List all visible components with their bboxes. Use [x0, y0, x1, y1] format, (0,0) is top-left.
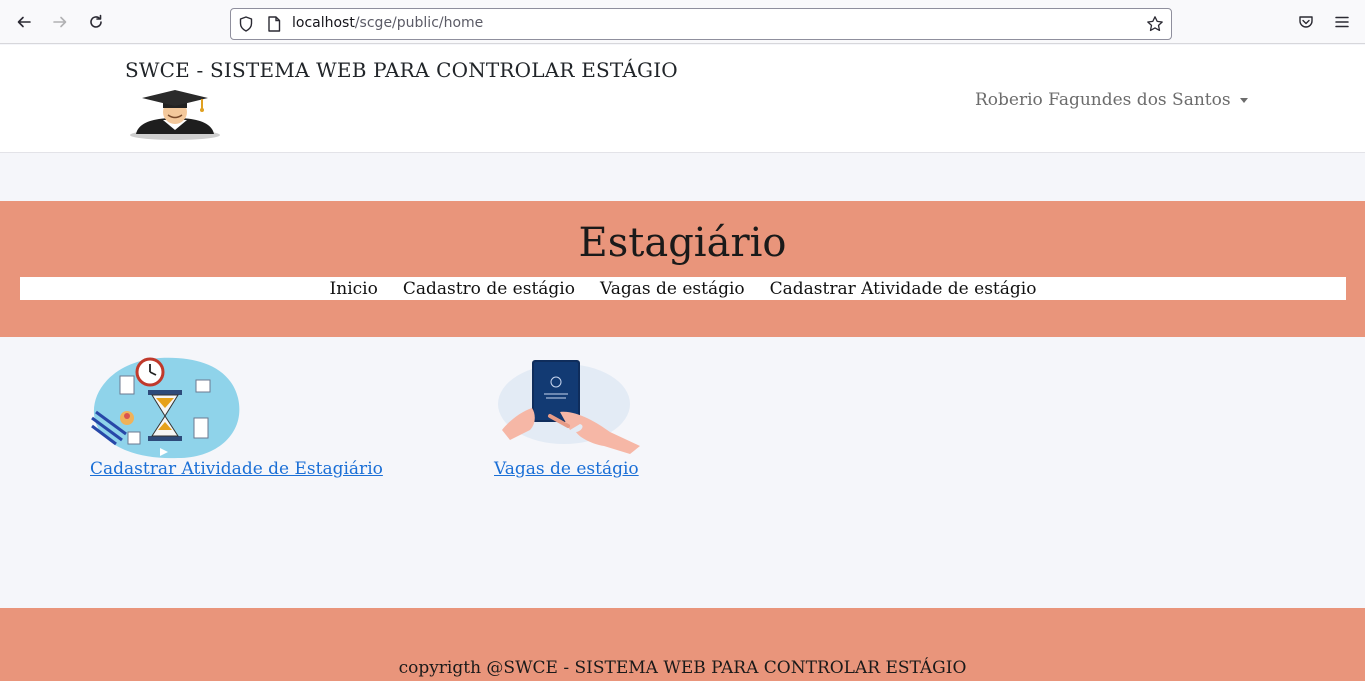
page-icon[interactable]: [265, 15, 283, 33]
link-cadastrar-atividade[interactable]: Cadastrar Atividade de Estagiário: [90, 459, 383, 479]
reload-button[interactable]: [84, 10, 108, 34]
back-button[interactable]: [12, 10, 36, 34]
main-menu: Inicio Cadastro de estágio Vagas de está…: [20, 277, 1346, 300]
forward-button[interactable]: [48, 10, 72, 34]
site-footer: copyrigth @SWCE - SISTEMA WEB PARA CONTR…: [0, 608, 1365, 681]
app-menu-button[interactable]: [1330, 10, 1354, 34]
browser-toolbar: localhost/scge/public/home: [0, 0, 1365, 44]
caret-down-icon: [1239, 98, 1248, 103]
pocket-button[interactable]: [1294, 10, 1318, 34]
pocket-icon: [1299, 16, 1313, 28]
footer-copyright: copyrigth @SWCE - SISTEMA WEB PARA CONTR…: [398, 658, 967, 678]
page-title: Estagiário: [578, 220, 787, 266]
user-dropdown[interactable]: Roberio Fagundes dos Santos: [975, 90, 1248, 110]
address-bar[interactable]: localhost/scge/public/home: [230, 8, 1172, 40]
url-text[interactable]: localhost/scge/public/home: [292, 15, 483, 31]
link-vagas-estagio[interactable]: Vagas de estágio: [494, 459, 639, 479]
shield-icon[interactable]: [237, 15, 255, 33]
card-vagas-estagio: Vagas de estágio: [494, 356, 644, 479]
site-header: SWCE - SISTEMA WEB PARA CONTROLAR ESTÁGI…: [0, 45, 1365, 153]
bookmark-star-icon[interactable]: [1146, 15, 1164, 33]
menu-item-cadastrar-atividade[interactable]: Cadastrar Atividade de estágio: [770, 279, 1037, 299]
graduation-logo-icon[interactable]: [128, 88, 222, 140]
hamburger-icon: [1335, 16, 1349, 28]
card-cadastrar-atividade: Cadastrar Atividade de Estagiário: [90, 356, 383, 479]
site-title: SWCE - SISTEMA WEB PARA CONTROLAR ESTÁGI…: [125, 58, 678, 82]
reload-icon: [90, 14, 102, 28]
hourglass-activity-icon[interactable]: [90, 356, 240, 459]
arrow-left-icon: [17, 16, 31, 28]
role-banner: Estagiário Inicio Cadastro de estágio Va…: [0, 201, 1365, 337]
menu-item-cadastro-estagio[interactable]: Cadastro de estágio: [403, 279, 575, 299]
arrow-right-icon: [53, 16, 67, 28]
work-card-icon[interactable]: [494, 356, 644, 459]
menu-item-vagas-estagio[interactable]: Vagas de estágio: [600, 279, 745, 299]
menu-item-inicio[interactable]: Inicio: [330, 279, 378, 299]
user-name: Roberio Fagundes dos Santos: [975, 90, 1231, 110]
